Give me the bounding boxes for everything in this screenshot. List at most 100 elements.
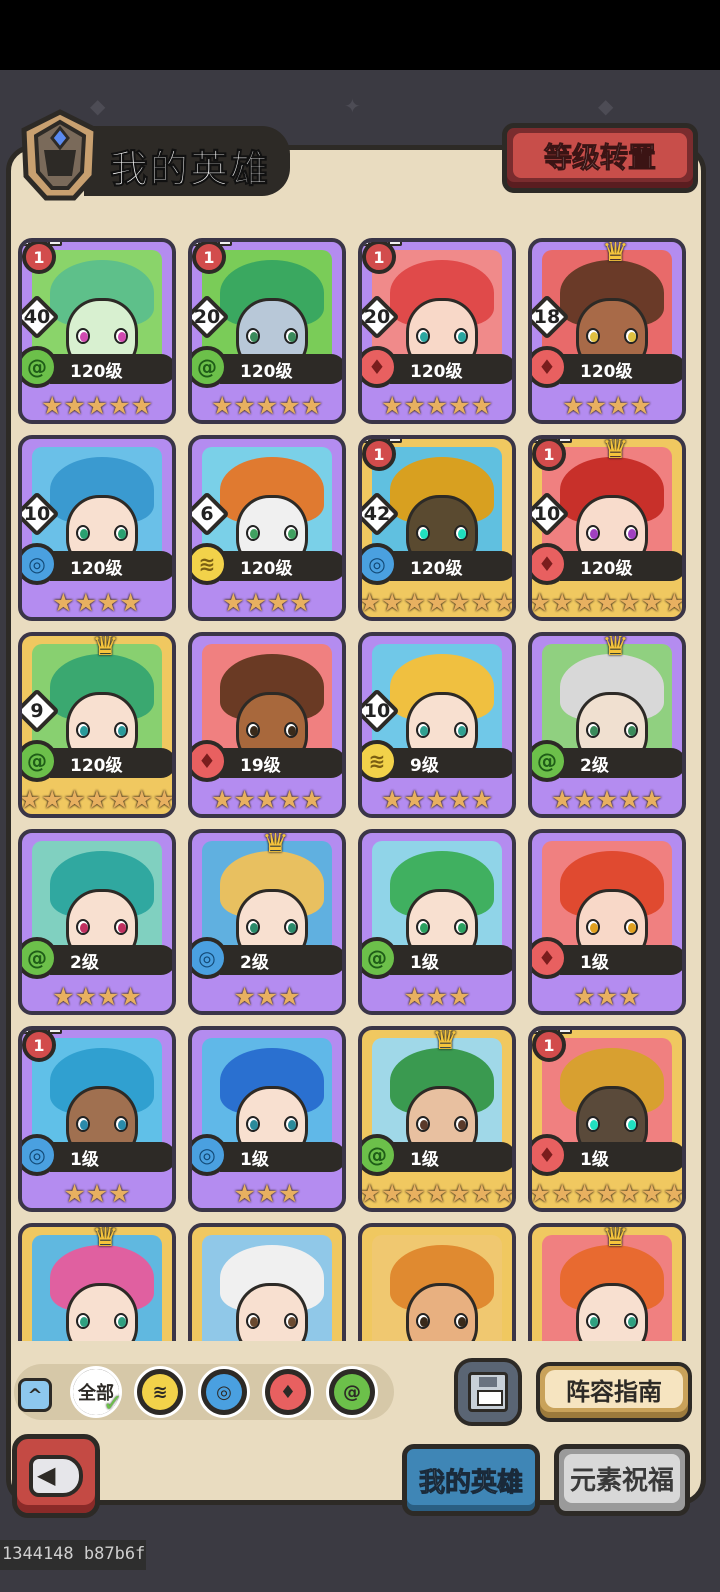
rank-number: 1: [373, 247, 385, 267]
hero-card[interactable]: 1 20 120级 ♦ ★ ★ ★ ★ ★: [358, 238, 516, 424]
hero-card[interactable]: 1级 ♦ ★ ★ ★: [528, 829, 686, 1015]
hero-card[interactable]: 10 120级 ◎ ★ ★ ★ ★: [18, 435, 176, 621]
star-icon: ★: [108, 785, 131, 814]
star-icon: ★: [255, 1179, 279, 1208]
hero-level: 9级: [410, 756, 439, 776]
fire-element-icon: ♦: [532, 543, 568, 585]
star-icon: ★: [130, 785, 154, 814]
hero-portrait: [202, 1235, 332, 1341]
star-icon: ★: [584, 391, 607, 420]
build-tag: 1344148 b87b6f: [0, 1540, 146, 1570]
filter-fire-button[interactable]: ♦: [262, 1366, 314, 1418]
tab-element-blessing[interactable]: 元素祝福: [554, 1444, 690, 1516]
wind-element-icon: @: [334, 1374, 370, 1410]
star-icon: ★: [210, 391, 234, 420]
water-element-icon: ◎: [206, 1374, 242, 1410]
crown-icon: ♛: [92, 632, 119, 663]
earth-element-icon: ≋: [362, 740, 398, 782]
shard-count-badge: 20: [362, 294, 400, 340]
level-bar: 1级: [560, 945, 682, 975]
hero-card[interactable]: 1 ♛ 10 120级 ♦ ★ ★ ★ ★ ★ ★ ★: [528, 435, 686, 621]
filter-wind-button[interactable]: @: [326, 1366, 378, 1418]
shard-count: 6: [200, 503, 214, 525]
hero-card[interactable]: 6 120级 ≋ ★ ★ ★ ★: [188, 435, 346, 621]
level-transfer-button[interactable]: 等级转置: [502, 123, 698, 193]
shard-count: 10: [533, 503, 561, 525]
hero-card[interactable]: ♛ 9 120级 @ ★ ★ ★ ★ ★ ★ ★: [18, 632, 176, 818]
star-rating: ★ ★ ★: [192, 981, 342, 1011]
star-icon: ★: [18, 785, 41, 814]
star-rating: ★ ★ ★ ★ ★: [362, 784, 512, 814]
level-bar: 120级: [220, 354, 342, 384]
star-icon: ★: [85, 1179, 109, 1208]
lineup-guide-button[interactable]: 阵容指南: [536, 1362, 692, 1422]
hero-card[interactable]: 1 1级 ◎ ★ ★ ★: [18, 1026, 176, 1212]
star-rating: ★ ★ ★ ★ ★ ★ ★: [362, 1178, 512, 1208]
hero-card[interactable]: 1 20 120级 @ ★ ★ ★ ★ ★: [188, 238, 346, 424]
star-icon: ★: [380, 391, 404, 420]
star-rating: ★ ★ ★ ★ ★ ★ ★: [362, 587, 512, 617]
hero-level: 120级: [70, 559, 123, 579]
hero-card[interactable]: ♛ 2级 ◎ ★ ★ ★: [188, 829, 346, 1015]
lineup-guide-label: 阵容指南: [566, 1377, 662, 1406]
hero-card[interactable]: [358, 1223, 516, 1341]
star-icon: ★: [640, 785, 664, 814]
collapse-button[interactable]: ^: [18, 1378, 52, 1412]
level-bar: 1级: [220, 1142, 342, 1172]
hero-card[interactable]: 1 42 120级 ◎ ★ ★ ★ ★ ★ ★ ★: [358, 435, 516, 621]
save-lineup-button[interactable]: [454, 1358, 522, 1426]
level-bar: 120级: [390, 354, 512, 384]
shard-count: 9: [30, 700, 44, 722]
build-tag-text: 1344148 b87b6f: [2, 1544, 146, 1564]
tab-my-heroes[interactable]: 我的英雄: [402, 1444, 540, 1516]
hero-card[interactable]: 19级 ♦ ★ ★ ★ ★ ★: [188, 632, 346, 818]
hero-card[interactable]: 1 1级 ♦ ★ ★ ★ ★ ★ ★ ★: [528, 1026, 686, 1212]
crown-icon: ♛: [432, 1026, 459, 1057]
star-icon: ★: [470, 785, 494, 814]
star-icon: ★: [425, 982, 449, 1011]
back-button[interactable]: [12, 1434, 100, 1518]
star-icon: ★: [119, 982, 142, 1011]
star-icon: ★: [573, 588, 596, 617]
shard-count-badge: 6: [192, 491, 230, 537]
hero-card[interactable]: 10 9级 ≋ ★ ★ ★ ★ ★: [358, 632, 516, 818]
star-icon: ★: [562, 391, 585, 420]
filter-all-button[interactable]: 全部 ✓: [70, 1366, 123, 1418]
star-icon: ★: [403, 785, 426, 814]
level-bar: 1级: [390, 1142, 512, 1172]
star-rating: ★ ★ ★ ★: [22, 587, 172, 617]
level-bar: 120级: [220, 551, 342, 581]
level-bar: 19级: [220, 748, 342, 778]
hero-grid[interactable]: 1 40 120级 @ ★ ★ ★ ★ ★ 1 20 120级 @ ★ ★ ★ ★ ★ 1 20 120级 ♦ ★ ★ ★ ★ ★ ♛…: [18, 238, 698, 1341]
star-icon: ★: [607, 391, 630, 420]
star-icon: ★: [244, 588, 267, 617]
hero-card[interactable]: [188, 1223, 346, 1341]
level-bar: 120级: [50, 354, 172, 384]
hero-card[interactable]: 1级 ◎ ★ ★ ★: [188, 1026, 346, 1212]
crown-icon: ♛: [602, 238, 629, 269]
filter-earth-button[interactable]: ≋: [134, 1366, 186, 1418]
hero-card[interactable]: 2级 @ ★ ★ ★ ★: [18, 829, 176, 1015]
shard-count-badge: 9: [22, 688, 60, 734]
level-bar: 2级: [560, 748, 682, 778]
hero-card[interactable]: ♛: [18, 1223, 176, 1341]
hero-card[interactable]: 1 40 120级 @ ★ ★ ★ ★ ★: [18, 238, 176, 424]
star-rating: ★ ★ ★: [362, 981, 512, 1011]
star-icon: ★: [550, 785, 574, 814]
hero-card[interactable]: ♛ 18 120级 ♦ ★ ★ ★ ★: [528, 238, 686, 424]
star-icon: ★: [403, 588, 426, 617]
shard-count: 40: [23, 306, 51, 328]
hero-level: 1级: [70, 1150, 99, 1170]
star-icon: ★: [573, 785, 596, 814]
star-icon: ★: [40, 391, 64, 420]
star-icon: ★: [300, 785, 324, 814]
hero-level: 120级: [410, 559, 463, 579]
star-icon: ★: [52, 588, 75, 617]
filter-water-button[interactable]: ◎: [198, 1366, 250, 1418]
hero-card[interactable]: ♛ 2级 @ ★ ★ ★ ★ ★: [528, 632, 686, 818]
hero-card[interactable]: ♛ 1级 @ ★ ★ ★ ★ ★ ★ ★: [358, 1026, 516, 1212]
level-bar: 9级: [390, 748, 512, 778]
hero-card[interactable]: ♛: [528, 1223, 686, 1341]
hero-card[interactable]: 1级 @ ★ ★ ★: [358, 829, 516, 1015]
wind-element-icon: @: [532, 740, 568, 782]
